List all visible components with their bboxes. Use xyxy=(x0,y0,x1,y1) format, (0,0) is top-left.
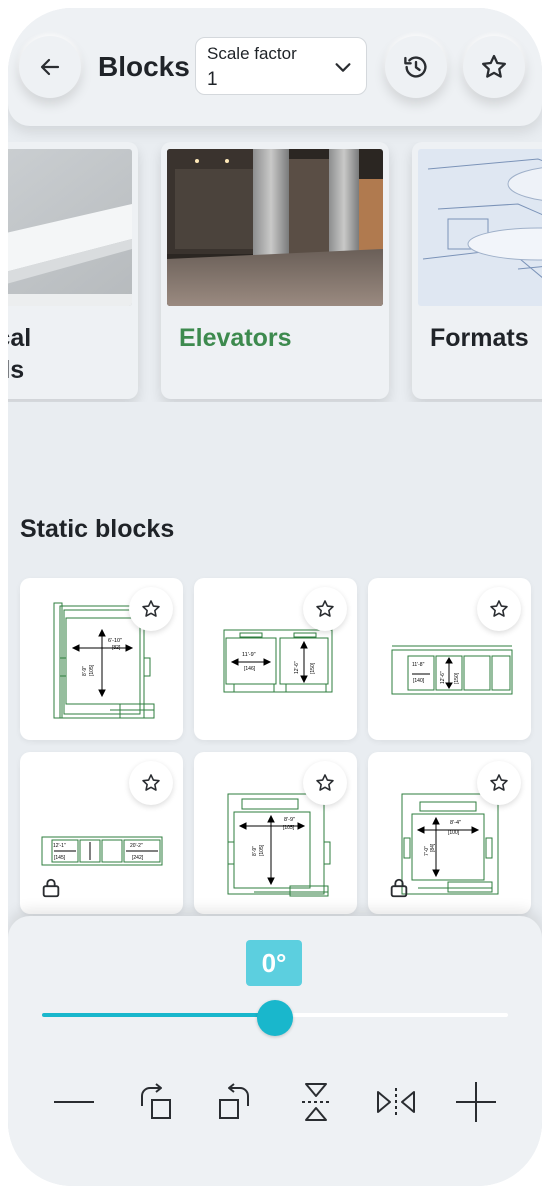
dimension-text: [82] xyxy=(112,645,121,651)
scale-factor-select[interactable]: Scale factor 1 xyxy=(195,37,367,95)
flip-horizontal-icon xyxy=(377,1088,415,1116)
star-icon xyxy=(490,600,508,617)
dimension-text: [105] xyxy=(259,844,265,856)
page-title: Blocks xyxy=(98,51,190,82)
block-tile[interactable]: 11'-8" [140] 12'-6" [150] xyxy=(368,578,531,740)
rotate-ccw-button[interactable] xyxy=(208,1076,260,1128)
line-tool-button[interactable] xyxy=(48,1076,100,1128)
dimension-text: [140] xyxy=(413,678,425,684)
favorite-button[interactable] xyxy=(303,761,347,805)
dimension-text: [100] xyxy=(448,830,460,836)
category-label: Electrical Symbols xyxy=(8,324,32,384)
dimension-text: 11'-8" xyxy=(412,662,425,668)
dimension-text: [145] xyxy=(54,855,66,861)
header: Blocks Scale factor 1 xyxy=(8,8,542,126)
star-icon xyxy=(482,54,506,78)
rotate-ccw-icon xyxy=(219,1083,249,1119)
dimension-text: 8'-9" xyxy=(284,817,295,823)
dimension-text: [84] xyxy=(430,843,436,852)
star-icon xyxy=(142,600,160,617)
category-label: Formats xyxy=(430,324,529,352)
dimension-text: [105] xyxy=(89,664,95,676)
dimension-text: 8'-4" xyxy=(450,820,461,826)
dimension-text: [242] xyxy=(132,855,144,861)
rotate-cw-button[interactable] xyxy=(130,1076,182,1128)
history-icon xyxy=(404,56,427,78)
dimension-text: 8'-9" xyxy=(252,846,258,856)
dimension-text: [150] xyxy=(454,672,460,684)
category-label: Elevators xyxy=(179,324,292,352)
category-card-elevators[interactable]: Elevators xyxy=(161,142,389,399)
rotation-slider-thumb[interactable] xyxy=(257,1000,293,1036)
category-card-electrical[interactable]: Electrical Symbols xyxy=(8,142,138,399)
star-icon xyxy=(316,600,334,617)
scale-factor-label: Scale factor xyxy=(207,44,297,63)
rotation-angle-badge: 0° xyxy=(246,940,302,986)
block-tile[interactable]: 11'-9" [146] 12'-6" [150] xyxy=(194,578,357,740)
dimension-text: 12'-6" xyxy=(294,661,300,674)
flip-horizontal-button[interactable] xyxy=(370,1076,422,1128)
rotate-cw-icon xyxy=(141,1083,171,1119)
favorite-button[interactable] xyxy=(477,587,521,631)
dimension-text: 8'-9" xyxy=(82,666,88,676)
category-image-blueprints xyxy=(418,149,542,306)
block-tile[interactable]: 12'-1" [145] 20'-2" [242] xyxy=(20,752,183,914)
favorite-button[interactable] xyxy=(303,587,347,631)
dimension-text: 20'-2" xyxy=(130,843,143,849)
lock-icon xyxy=(390,878,408,898)
favorite-button[interactable] xyxy=(477,761,521,805)
dimension-text: 6'-10" xyxy=(108,638,122,644)
dimension-text: 11'-9" xyxy=(242,652,256,658)
category-card-formats[interactable]: Formats xyxy=(412,142,542,399)
category-carousel[interactable]: Electrical Symbols xyxy=(8,142,542,402)
lock-icon xyxy=(42,878,60,898)
back-button[interactable] xyxy=(19,36,81,98)
dimension-text: [146] xyxy=(244,666,256,672)
chevron-down-icon xyxy=(335,63,351,72)
favorite-button[interactable] xyxy=(129,761,173,805)
transform-panel: 0° xyxy=(8,916,542,1186)
favorites-button[interactable] xyxy=(463,36,525,98)
scale-factor-value: 1 xyxy=(207,69,218,90)
arrow-left-icon xyxy=(40,58,60,76)
block-tile[interactable]: 8'-4" [100] 7'-0" [84] xyxy=(368,752,531,914)
category-image-ceiling-light xyxy=(8,149,132,306)
add-icon xyxy=(456,1082,496,1122)
favorite-button[interactable] xyxy=(129,587,173,631)
dimension-text: [105] xyxy=(283,825,295,831)
dimension-text: [150] xyxy=(310,662,316,674)
dimension-text: 12'-6" xyxy=(440,671,446,684)
add-button[interactable] xyxy=(450,1076,502,1128)
block-tile[interactable]: 8'-9" [105] 8'-9" [105] xyxy=(194,752,357,914)
app-screen: Blocks Scale factor 1 al s Elevators For… xyxy=(8,8,542,1186)
flip-vertical-icon xyxy=(302,1083,330,1121)
line-tool-icon xyxy=(54,1101,94,1103)
flip-vertical-button[interactable] xyxy=(290,1076,342,1128)
star-icon xyxy=(142,774,160,791)
star-icon xyxy=(316,774,334,791)
star-icon xyxy=(490,774,508,791)
section-title: Static blocks xyxy=(20,515,175,543)
dimension-text: 12'-1" xyxy=(53,843,66,849)
category-image-elevators xyxy=(167,149,383,306)
history-button[interactable] xyxy=(385,36,447,98)
block-tile[interactable]: 6'-10" [82] 8'-9" [105] xyxy=(20,578,183,740)
rotation-slider-fill xyxy=(42,1013,275,1017)
